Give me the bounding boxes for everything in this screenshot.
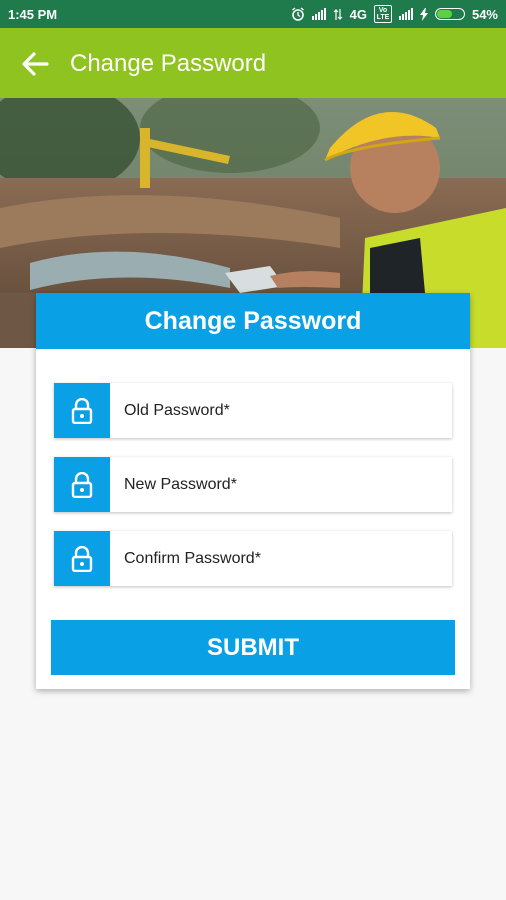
new-password-field <box>54 457 452 512</box>
status-bar: 1:45 PM 4G Vo LTE 54% <box>0 0 506 28</box>
lock-icon <box>54 531 110 586</box>
signal-icon <box>311 8 326 20</box>
battery-icon <box>434 8 465 20</box>
charging-icon <box>419 7 428 21</box>
app-bar: Change Password <box>0 28 506 98</box>
confirm-password-field <box>54 531 452 586</box>
confirm-password-input[interactable] <box>110 531 440 586</box>
new-password-input[interactable] <box>110 457 440 512</box>
signal-icon <box>398 8 413 20</box>
alarm-icon <box>291 7 304 21</box>
lock-icon <box>54 457 110 512</box>
page-title: Change Password <box>70 50 267 77</box>
data-arrows-icon <box>333 8 343 20</box>
old-password-field <box>54 383 452 438</box>
old-password-input[interactable] <box>110 383 440 438</box>
battery-percent: 54% <box>471 6 498 22</box>
status-time: 1:45 PM <box>8 7 58 22</box>
card-title: Change Password <box>36 293 470 349</box>
change-password-card: Change Password SUBMIT <box>36 293 470 689</box>
arrow-left-icon[interactable] <box>20 50 50 78</box>
status-icons: 4G Vo LTE 54% <box>291 5 498 23</box>
battery-fill <box>436 10 453 18</box>
volte-icon: Vo LTE <box>373 5 392 23</box>
network-type: 4G <box>349 6 367 22</box>
submit-button[interactable]: SUBMIT <box>51 620 455 675</box>
lock-icon <box>54 383 110 438</box>
